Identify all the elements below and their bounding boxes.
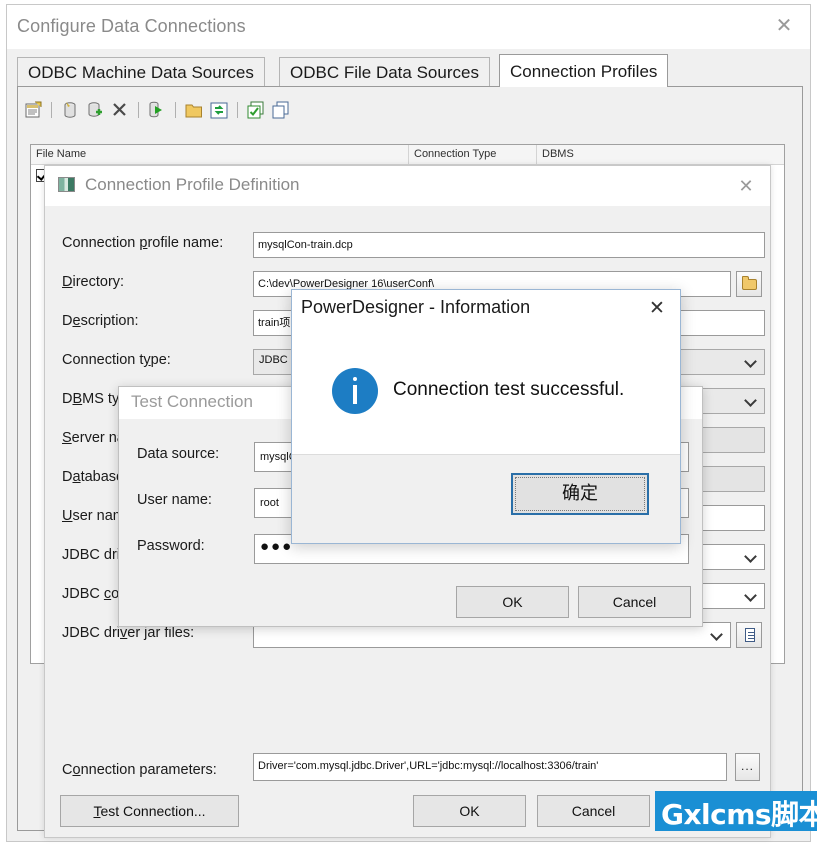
close-icon[interactable]: ✕ <box>764 11 804 41</box>
label-data-source: Data source: <box>137 446 220 462</box>
delete-profile-icon[interactable] <box>59 99 81 121</box>
tab-odbc-machine-data-sources[interactable]: ODBC Machine Data Sources <box>17 57 265 87</box>
chevron-down-icon <box>746 552 755 557</box>
label-directory: Directory: <box>62 274 125 290</box>
copy-icon[interactable] <box>270 99 292 121</box>
chevron-down-icon <box>746 396 755 401</box>
chevron-down-icon <box>746 357 755 362</box>
info-icon <box>332 368 378 414</box>
info-dialog-body: Connection test successful. <box>292 328 680 457</box>
close-icon[interactable]: ✕ <box>730 173 762 199</box>
add-profile-icon[interactable] <box>84 99 106 121</box>
profile-window-icon <box>58 177 75 192</box>
chevron-down-icon <box>712 630 721 635</box>
check-all-icon[interactable] <box>245 99 267 121</box>
ellipsis-icon: ... <box>740 759 754 773</box>
profile-ok-button[interactable]: OK <box>413 795 526 827</box>
toolbar-separator <box>175 102 176 118</box>
tabstrip: ODBC Machine Data Sources ODBC File Data… <box>17 54 803 87</box>
profile-name-input[interactable]: mysqlCon-train.dcp <box>253 232 765 258</box>
remove-icon[interactable] <box>109 99 131 121</box>
profile-cancel-button[interactable]: Cancel <box>537 795 650 827</box>
close-icon[interactable]: ✕ <box>642 296 672 322</box>
test-ok-button[interactable]: OK <box>456 586 569 618</box>
chevron-down-icon <box>746 591 755 596</box>
info-ok-button-label: 确定 <box>515 477 645 511</box>
toolbar-separator <box>51 102 52 118</box>
label-description: Description: <box>62 313 139 329</box>
column-header-file-name[interactable]: File Name <box>31 145 409 164</box>
toolbar-separator <box>138 102 139 118</box>
browse-directory-button[interactable] <box>736 271 762 297</box>
label-connection-parameters: Connection parameters: <box>62 762 217 778</box>
powerdesigner-information-dialog: PowerDesigner - Information ✕ Connection… <box>291 289 681 544</box>
page-title: Configure Data Connections <box>17 16 246 36</box>
folder-icon <box>742 276 757 290</box>
watermark: Gxlcms脚本 <box>655 791 817 831</box>
properties-icon[interactable] <box>22 99 44 121</box>
profile-dialog-title: Connection Profile Definition <box>85 175 300 194</box>
document-icon <box>745 628 755 642</box>
info-dialog-footer: 确定 <box>292 454 680 543</box>
watermark-text: Gxlcms脚本 <box>661 798 817 831</box>
refresh-icon[interactable] <box>208 99 230 121</box>
info-dialog-titlebar: PowerDesigner - Information ✕ <box>292 290 680 328</box>
test-connection-button[interactable]: Test Connection... <box>60 795 239 827</box>
info-dialog-title: PowerDesigner - Information <box>301 297 531 317</box>
label-profile-name: Connection profile name: <box>62 235 224 251</box>
tab-connection-profiles[interactable]: Connection Profiles <box>499 54 669 87</box>
connection-parameters-browse-button[interactable]: ... <box>735 753 760 781</box>
label-connection-type: Connection type: <box>62 352 171 368</box>
open-folder-icon[interactable] <box>183 99 205 121</box>
connection-parameters-input[interactable]: Driver='com.mysql.jdbc.Driver',URL='jdbc… <box>253 753 727 781</box>
window-titlebar: Configure Data Connections ✕ <box>7 5 810 49</box>
list-header: File Name Connection Type DBMS <box>31 145 784 165</box>
toolbar-separator <box>237 102 238 118</box>
connection-type-value: JDBC <box>259 354 288 366</box>
profiles-toolbar <box>22 96 292 124</box>
label-test-user-name: User name: <box>137 492 212 508</box>
test-cancel-button[interactable]: Cancel <box>578 586 691 618</box>
test-connection-title: Test Connection <box>131 392 253 411</box>
profile-dialog-titlebar: Connection Profile Definition ✕ <box>45 166 770 206</box>
info-ok-button[interactable]: 确定 <box>511 473 649 515</box>
info-dialog-message: Connection test successful. <box>393 379 625 400</box>
form-row-profile-name: Connection profile name: mysqlCon-train.… <box>45 232 770 258</box>
connect-icon[interactable] <box>146 99 168 121</box>
label-password: Password: <box>137 538 205 554</box>
browse-jar-files-button[interactable] <box>736 622 762 648</box>
column-header-connection-type[interactable]: Connection Type <box>409 145 537 164</box>
column-header-dbms[interactable]: DBMS <box>537 145 786 164</box>
label-jdbc-driver-jar-files: JDBC driver jar files: <box>62 625 195 641</box>
tab-odbc-file-data-sources[interactable]: ODBC File Data Sources <box>279 57 490 87</box>
